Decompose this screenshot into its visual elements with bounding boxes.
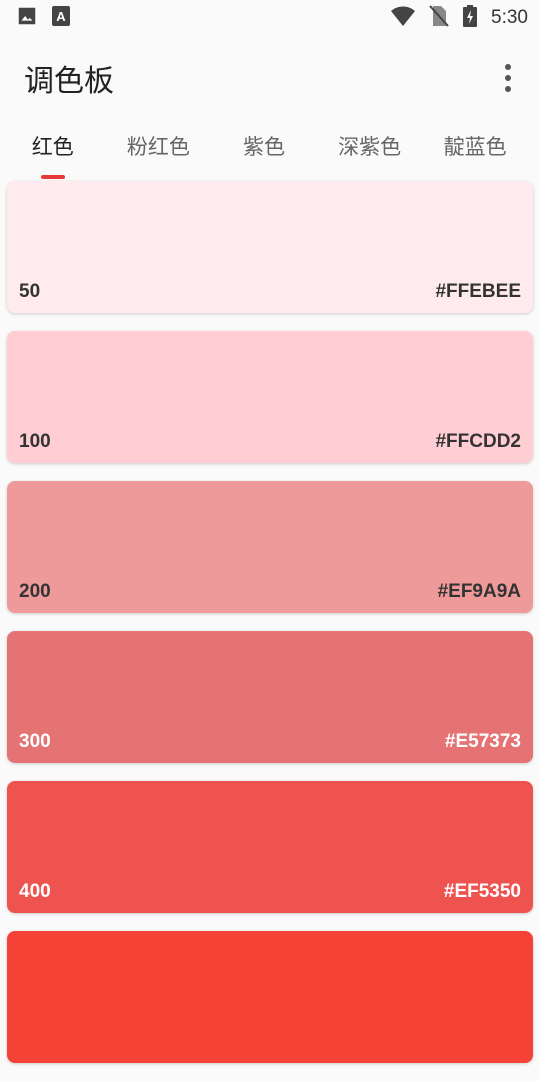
- tab-bar: 红色 粉红色 紫色 深紫色 靛蓝色: [0, 120, 540, 179]
- tab-red[interactable]: 红色: [0, 131, 106, 179]
- tab-purple[interactable]: 紫色: [211, 131, 317, 161]
- swatch-hex: #E57373: [444, 731, 521, 752]
- swatch-level: 400: [19, 881, 51, 902]
- color-swatch-100[interactable]: 100 #FFCDD2: [7, 331, 533, 463]
- svg-text:A: A: [56, 9, 66, 24]
- swatch-level: 200: [19, 581, 51, 602]
- color-swatch-200[interactable]: 200 #EF9A9A: [7, 481, 533, 613]
- color-swatch-400[interactable]: 400 #EF5350: [7, 781, 533, 913]
- app-bar: 调色板: [0, 36, 540, 120]
- swatch-hex: #FFCDD2: [435, 431, 521, 452]
- wifi-icon: [391, 6, 416, 30]
- status-left: A: [16, 5, 70, 31]
- no-sim-icon: [429, 5, 449, 31]
- swatch-hex: #EF5350: [443, 881, 521, 902]
- swatch-hex: #EF9A9A: [437, 581, 521, 602]
- tab-label: 粉红色: [126, 135, 190, 159]
- font-a-icon: A: [52, 6, 70, 30]
- status-time: 5:30: [491, 7, 528, 28]
- status-bar: A 5:30: [0, 0, 540, 36]
- swatch-hex: #FFEBEE: [435, 281, 521, 302]
- image-icon: [16, 5, 38, 31]
- swatch-list: 50 #FFEBEE 100 #FFCDD2 200 #EF9A9A 300 #…: [7, 181, 533, 1081]
- swatch-level: 50: [19, 281, 41, 302]
- tab-indicator: [40, 175, 65, 179]
- swatch-level: 300: [19, 731, 51, 752]
- color-swatch-300[interactable]: 300 #E57373: [7, 631, 533, 763]
- more-vert-icon[interactable]: [494, 58, 522, 98]
- page-title: 调色板: [24, 64, 114, 99]
- tab-pink[interactable]: 粉红色: [106, 131, 212, 161]
- tab-label: 深紫色: [338, 135, 402, 159]
- tab-deep-purple[interactable]: 深紫色: [317, 131, 423, 161]
- swatch-level: 100: [19, 431, 51, 452]
- tab-label: 靛蓝色: [443, 135, 507, 159]
- tab-indigo[interactable]: 靛蓝色: [422, 131, 528, 161]
- battery-charging-icon: [463, 5, 478, 31]
- tab-label: 红色: [31, 135, 74, 159]
- tab-label: 紫色: [242, 135, 285, 159]
- status-right: 5:30: [391, 5, 528, 31]
- color-swatch-50[interactable]: 50 #FFEBEE: [7, 181, 533, 313]
- color-swatch-500[interactable]: [7, 931, 533, 1063]
